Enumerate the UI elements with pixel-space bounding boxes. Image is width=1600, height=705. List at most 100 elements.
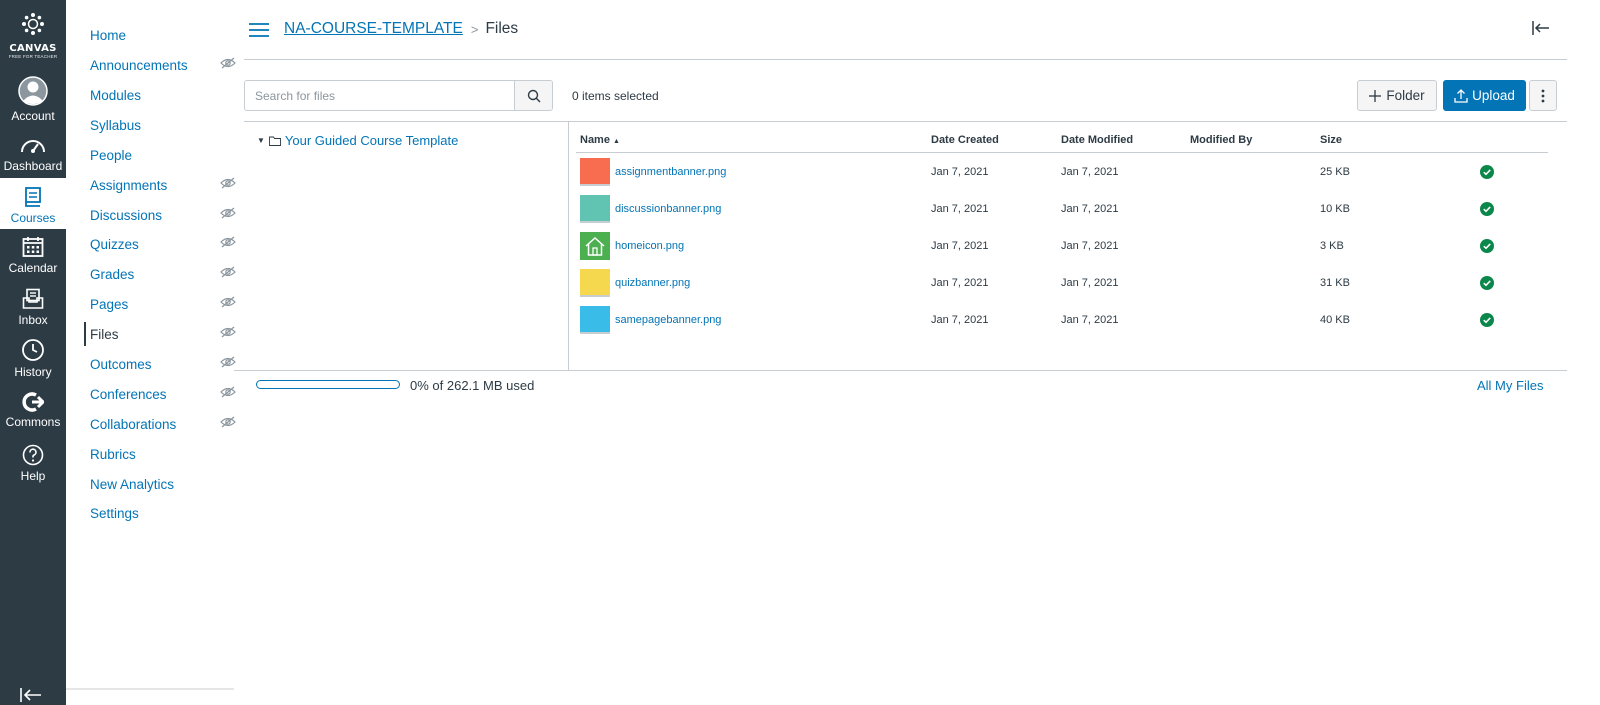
course-nav-settings[interactable]: Settings	[90, 501, 220, 525]
commons-icon	[22, 392, 44, 412]
global-nav-courses[interactable]: Courses	[0, 178, 66, 229]
course-nav-home[interactable]: Home	[90, 23, 220, 47]
published-status-button[interactable]	[1480, 202, 1494, 221]
plus-icon	[1369, 89, 1382, 102]
storage-quota-bar	[256, 380, 400, 389]
canvas-logo-icon	[22, 13, 44, 35]
avatar-icon	[18, 76, 48, 106]
file-name-link[interactable]: quizbanner.png	[615, 277, 690, 289]
table-row[interactable]: quizbanner.png Jan 7, 2021 Jan 7, 2021 3…	[576, 266, 1548, 300]
published-status-button[interactable]	[1480, 239, 1494, 258]
column-header-created[interactable]: Date Created	[931, 134, 999, 146]
file-size: 31 KB	[1320, 277, 1350, 289]
all-my-files-link[interactable]: All My Files	[1477, 378, 1543, 393]
course-nav-label: Files	[90, 326, 119, 342]
add-folder-button[interactable]: Folder	[1357, 80, 1437, 111]
more-options-button[interactable]	[1529, 80, 1557, 111]
browser-bottom-border	[234, 370, 1567, 371]
hidden-eye-icon	[220, 356, 236, 368]
search-input[interactable]	[245, 81, 514, 110]
table-row[interactable]: discussionbanner.png Jan 7, 2021 Jan 7, …	[576, 192, 1548, 226]
bottom-scrollbar	[66, 688, 234, 690]
file-size: 40 KB	[1320, 314, 1350, 326]
published-status-button[interactable]	[1480, 313, 1494, 332]
course-nav-grades[interactable]: Grades	[90, 262, 236, 286]
expand-triangle-icon[interactable]: ▼	[257, 136, 265, 145]
global-nav-label: Inbox	[18, 313, 48, 327]
file-name-link[interactable]: homeicon.png	[615, 240, 684, 252]
column-header-name[interactable]: Name ▲	[580, 134, 620, 146]
date-created: Jan 7, 2021	[931, 240, 989, 252]
course-nav-collaborations[interactable]: Collaborations	[90, 412, 236, 436]
file-name-link[interactable]: samepagebanner.png	[615, 314, 721, 326]
table-row[interactable]: homeicon.png Jan 7, 2021 Jan 7, 2021 3 K…	[576, 229, 1548, 263]
course-nav-announcements[interactable]: Announcements	[90, 53, 236, 77]
table-row[interactable]: samepagebanner.png Jan 7, 2021 Jan 7, 20…	[576, 303, 1548, 337]
column-header-label: Name	[580, 134, 610, 146]
selected-count: 0 items selected	[572, 89, 659, 103]
course-menu-toggle[interactable]	[249, 22, 269, 43]
column-header-modified-by[interactable]: Modified By	[1190, 134, 1252, 146]
table-row[interactable]: assignmentbanner.png Jan 7, 2021 Jan 7, …	[576, 155, 1548, 189]
global-nav-calendar[interactable]: Calendar	[0, 234, 66, 282]
course-nav-quizzes[interactable]: Quizzes	[90, 232, 236, 256]
file-name-link[interactable]: discussionbanner.png	[615, 203, 721, 215]
course-nav-new-analytics[interactable]: New Analytics	[90, 472, 220, 496]
home-icon	[585, 236, 605, 256]
published-check-icon	[1480, 276, 1494, 290]
course-nav-discussions[interactable]: Discussions	[90, 203, 236, 227]
course-nav-modules[interactable]: Modules	[90, 83, 220, 107]
folder-tree-root[interactable]: ▼ Your Guided Course Template	[257, 133, 458, 148]
upload-label: Upload	[1472, 88, 1515, 103]
course-nav-assignments[interactable]: Assignments	[90, 173, 236, 197]
course-nav-label: Outcomes	[90, 356, 152, 372]
global-nav-help[interactable]: Help	[0, 442, 66, 490]
logo-word: CANVAS	[9, 43, 57, 54]
column-header-size[interactable]: Size	[1320, 134, 1342, 146]
global-nav-commons[interactable]: Commons	[0, 390, 66, 438]
breadcrumb-course-link[interactable]: NA-COURSE-TEMPLATE	[284, 20, 463, 38]
breadcrumb-separator: >	[470, 21, 479, 37]
canvas-logo[interactable]: CANVAS FREE FOR TEACHER	[0, 12, 66, 59]
file-thumbnail	[580, 306, 610, 334]
global-nav-label: Courses	[10, 211, 56, 225]
published-status-button[interactable]	[1480, 276, 1494, 295]
date-modified: Jan 7, 2021	[1061, 240, 1119, 252]
course-nav-label: New Analytics	[90, 476, 175, 492]
course-nav-files[interactable]: Files	[84, 322, 236, 346]
column-header-modified[interactable]: Date Modified	[1061, 134, 1133, 146]
date-modified: Jan 7, 2021	[1061, 166, 1119, 178]
global-nav-dashboard[interactable]: Dashboard	[0, 130, 66, 178]
published-status-button[interactable]	[1480, 165, 1494, 184]
course-nav-conferences[interactable]: Conferences	[90, 382, 236, 406]
course-nav-syllabus[interactable]: Syllabus	[90, 113, 220, 137]
file-name-link[interactable]: assignmentbanner.png	[615, 166, 726, 178]
folder-tree-label: Your Guided Course Template	[284, 133, 459, 148]
global-nav-label: Account	[11, 109, 55, 123]
global-nav-account[interactable]: Account	[0, 76, 66, 126]
collapse-nav-button[interactable]	[20, 688, 42, 705]
course-nav-label: People	[90, 147, 133, 163]
date-modified: Jan 7, 2021	[1061, 203, 1119, 215]
course-nav-label: Syllabus	[90, 117, 142, 133]
course-nav-people[interactable]: People	[90, 143, 220, 167]
global-nav-label: Commons	[5, 415, 61, 429]
course-nav-pages[interactable]: Pages	[90, 292, 236, 316]
history-icon	[22, 339, 44, 361]
browser-pane-divider	[568, 122, 569, 371]
course-nav-label: Conferences	[90, 386, 167, 402]
global-nav-inbox[interactable]: Inbox	[0, 286, 66, 334]
course-nav-rubrics[interactable]: Rubrics	[90, 442, 220, 466]
collapse-sidebar-button[interactable]	[1532, 21, 1550, 40]
search-icon	[527, 89, 540, 102]
search-button[interactable]	[514, 81, 552, 110]
global-nav: CANVAS FREE FOR TEACHER Account Dashboar…	[0, 0, 66, 705]
sort-ascending-icon: ▲	[613, 138, 620, 145]
global-nav-history[interactable]: History	[0, 336, 66, 384]
hidden-eye-icon	[220, 236, 236, 248]
published-check-icon	[1480, 202, 1494, 216]
course-nav-outcomes[interactable]: Outcomes	[90, 352, 236, 376]
course-nav-label: Collaborations	[90, 416, 177, 432]
help-icon	[22, 444, 44, 466]
upload-button[interactable]: Upload	[1443, 80, 1526, 111]
